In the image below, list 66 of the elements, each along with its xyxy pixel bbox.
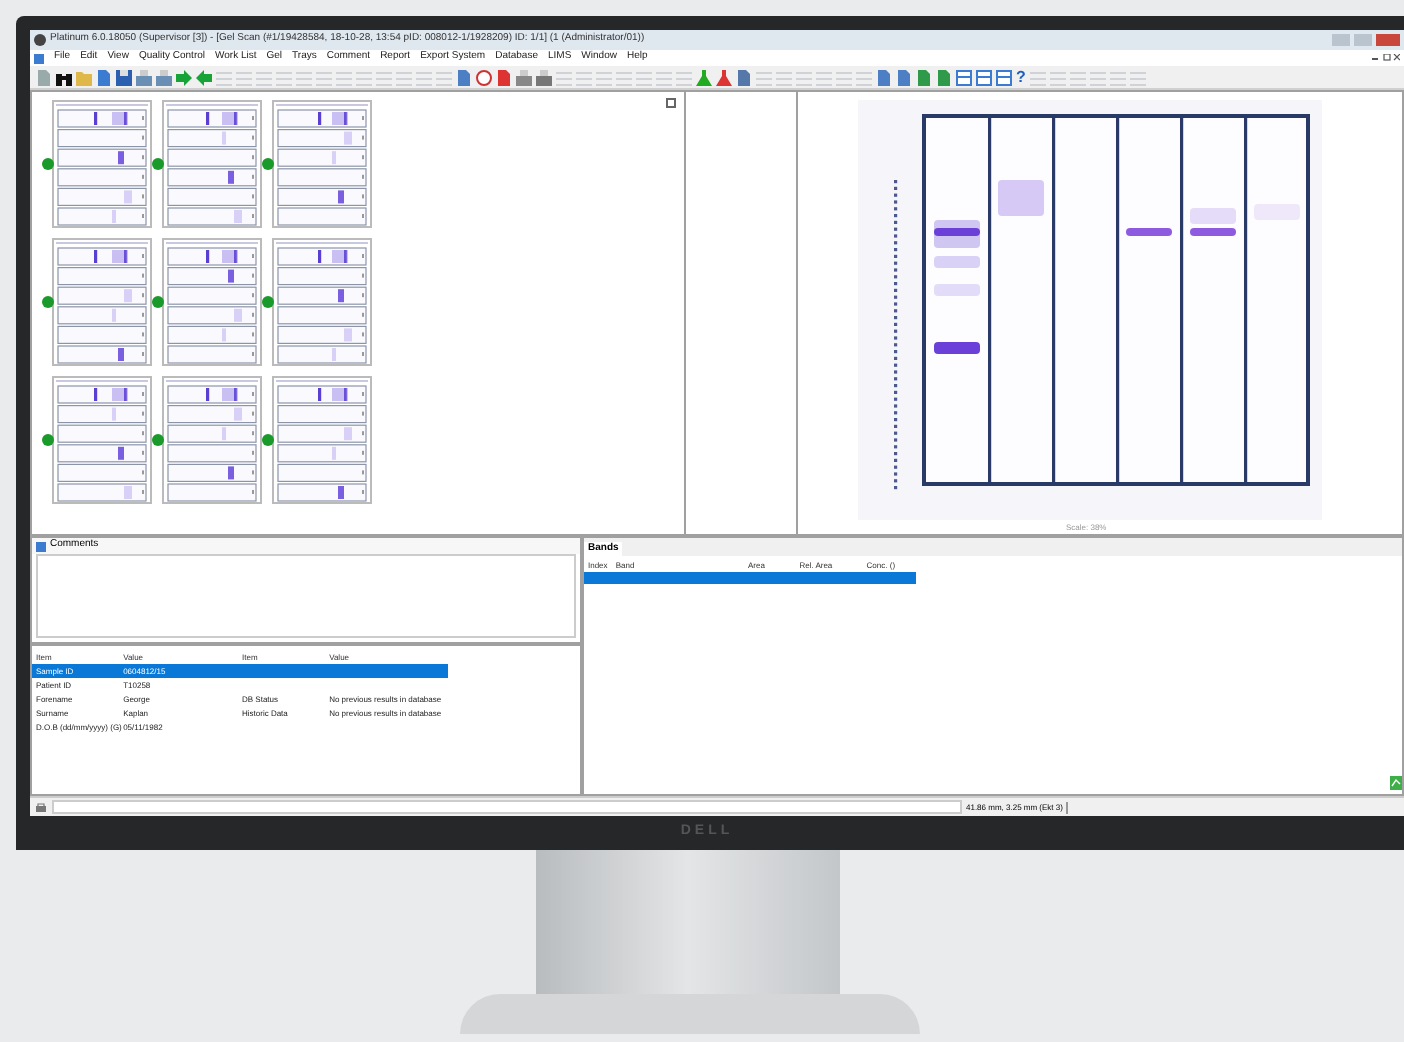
gel-thumbnail-drawing[interactable] [272, 376, 372, 504]
lines-icon[interactable] [656, 69, 672, 85]
status-dot-icon [152, 434, 164, 446]
status-dot-icon [152, 158, 164, 170]
save-icon[interactable] [116, 69, 132, 85]
lines-icon[interactable] [256, 69, 272, 85]
tray-icon[interactable] [516, 69, 532, 85]
lines-icon[interactable] [296, 69, 312, 85]
comments-field[interactable] [36, 554, 576, 638]
lines-icon[interactable] [676, 69, 692, 85]
lines-icon[interactable] [1129, 69, 1146, 85]
columns-icon[interactable] [976, 69, 992, 85]
lines-icon[interactable] [1089, 69, 1106, 85]
arrow-right-icon[interactable] [176, 69, 192, 85]
status-dot-icon [262, 158, 274, 170]
lines-icon[interactable] [636, 69, 652, 85]
restore-icon[interactable] [666, 98, 676, 108]
lines-icon[interactable] [596, 69, 612, 85]
lines-icon[interactable] [336, 69, 352, 85]
comment-icon [36, 541, 46, 551]
status-dot-icon [262, 434, 274, 446]
lines-icon[interactable] [376, 69, 392, 85]
tray-icon[interactable] [136, 69, 152, 85]
maximize-icon[interactable] [1354, 34, 1372, 46]
gel-thumbnail-drawing[interactable] [272, 100, 372, 228]
gel-thumbnail-drawing[interactable] [162, 238, 262, 366]
gel-thumbnail-drawing[interactable] [272, 238, 372, 366]
lines-icon[interactable] [1049, 69, 1066, 85]
status-dot-icon [42, 296, 54, 308]
lines-icon[interactable] [276, 69, 292, 85]
mdi-buttons-icon[interactable] [1372, 54, 1400, 62]
lines-icon[interactable] [396, 69, 412, 85]
lines-icon[interactable] [356, 69, 372, 85]
lines-icon[interactable] [796, 69, 812, 85]
help-button[interactable]: ? [1016, 69, 1026, 85]
status-dot-icon [42, 434, 54, 446]
lines-icon[interactable] [776, 69, 792, 85]
lines-icon[interactable] [416, 69, 432, 85]
columns-icon[interactable] [996, 69, 1012, 85]
lines-icon[interactable] [236, 69, 252, 85]
tray-icon[interactable] [156, 69, 172, 85]
clock-icon[interactable] [476, 69, 492, 85]
gel-thumbnail-drawing[interactable] [162, 100, 262, 228]
lines-icon[interactable] [316, 69, 332, 85]
lines-icon[interactable] [1069, 69, 1086, 85]
lines-icon[interactable] [836, 69, 852, 85]
gel-thumbnail-drawing[interactable] [162, 376, 262, 504]
gel-thumbnail-drawing[interactable] [52, 376, 152, 504]
lines-icon[interactable] [576, 69, 592, 85]
status-dot-icon [262, 296, 274, 308]
lines-icon[interactable] [616, 69, 632, 85]
gel-thumbnail-drawing[interactable] [52, 100, 152, 228]
lines-icon[interactable] [1109, 69, 1126, 85]
gel-thumbnail-drawing[interactable] [52, 238, 152, 366]
arrow-left-icon[interactable] [196, 69, 212, 85]
tray-icon[interactable] [536, 69, 552, 85]
minimize-icon[interactable] [1332, 34, 1350, 46]
lines-icon[interactable] [816, 69, 832, 85]
columns-icon[interactable] [956, 69, 972, 85]
lines-icon[interactable] [1029, 69, 1046, 85]
lines-icon[interactable] [216, 69, 232, 85]
selected-row[interactable] [584, 572, 916, 584]
app-icon [34, 34, 46, 46]
status-dot-icon [42, 158, 54, 170]
chart-icon[interactable] [1390, 776, 1402, 790]
status-dot-icon [152, 296, 164, 308]
